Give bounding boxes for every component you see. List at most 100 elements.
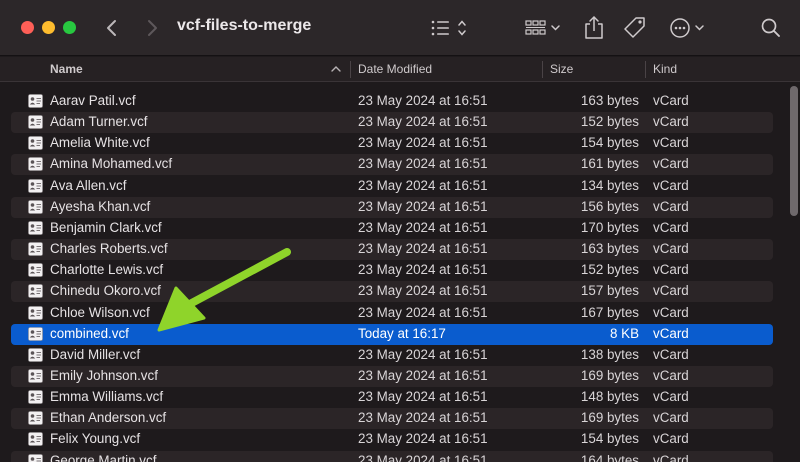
file-date-modified: 23 May 2024 at 16:51 xyxy=(358,346,488,362)
file-row[interactable]: George Martin.vcf 23 May 2024 at 16:51 164… xyxy=(11,450,773,462)
vcard-file-icon xyxy=(28,347,43,362)
vcard-file-icon xyxy=(28,432,43,447)
file-row[interactable]: Adam Turner.vcf 23 May 2024 at 16:51 152 b… xyxy=(11,112,773,134)
group-button[interactable] xyxy=(523,13,563,43)
file-kind: vCard xyxy=(653,114,689,130)
forward-button[interactable] xyxy=(140,14,164,42)
file-name: Amelia White.vcf xyxy=(50,135,150,151)
file-name: Charlotte Lewis.vcf xyxy=(50,262,164,278)
vcard-file-icon xyxy=(28,411,43,426)
vcard-file-icon xyxy=(28,326,43,341)
column-header-name[interactable]: Name xyxy=(50,62,83,76)
file-size: 164 bytes xyxy=(580,452,639,462)
file-name: Ayesha Khan.vcf xyxy=(50,198,151,214)
column-divider[interactable] xyxy=(542,61,543,78)
vertical-scrollbar[interactable] xyxy=(790,86,798,216)
file-row[interactable]: Chloe Wilson.vcf 23 May 2024 at 16:51 167 … xyxy=(11,303,773,324)
vcard-file-icon xyxy=(28,305,43,320)
vcard-file-icon xyxy=(28,263,43,277)
search-button[interactable] xyxy=(759,13,783,43)
view-options-button[interactable] xyxy=(428,13,472,43)
column-divider[interactable] xyxy=(350,61,351,78)
close-window-button[interactable] xyxy=(21,21,34,34)
file-date-modified: 23 May 2024 at 16:51 xyxy=(358,135,488,151)
file-row[interactable]: Benjamin Clark.vcf 23 May 2024 at 16:51 17… xyxy=(11,218,773,239)
minimize-window-button[interactable] xyxy=(42,21,55,34)
column-header-date-modified[interactable]: Date Modified xyxy=(358,62,432,76)
sort-ascending-icon[interactable] xyxy=(330,63,342,75)
file-name: Ava Allen.vcf xyxy=(50,177,127,193)
file-kind: vCard xyxy=(653,346,689,362)
file-name: Ethan Anderson.vcf xyxy=(50,410,167,426)
file-name: Charles Roberts.vcf xyxy=(50,241,168,257)
file-name: Chinedu Okoro.vcf xyxy=(50,283,161,299)
file-date-modified: 23 May 2024 at 16:51 xyxy=(358,452,488,462)
file-row[interactable]: Chinedu Okoro.vcf 23 May 2024 at 16:51 157… xyxy=(11,281,773,303)
file-name: Chloe Wilson.vcf xyxy=(50,304,150,320)
finder-window: vcf-files-to-merge Name Date Modified Si… xyxy=(0,0,800,462)
file-date-modified: 23 May 2024 at 16:51 xyxy=(358,198,488,214)
file-row[interactable]: Ethan Anderson.vcf 23 May 2024 at 16:51 16… xyxy=(11,408,773,430)
column-header-size[interactable]: Size xyxy=(550,62,573,76)
file-size: 169 bytes xyxy=(580,410,639,426)
file-row[interactable]: Felix Young.vcf 23 May 2024 at 16:51 154 b… xyxy=(11,429,773,450)
file-row[interactable]: Amina Mohamed.vcf 23 May 2024 at 16:51 161… xyxy=(11,154,773,176)
file-kind: vCard xyxy=(653,135,689,151)
file-size: 163 bytes xyxy=(580,241,639,257)
file-name: George Martin.vcf xyxy=(50,452,157,462)
file-row[interactable]: combined.vcf Today at 16:17 8 KB vCard xyxy=(11,323,773,345)
file-name: Felix Young.vcf xyxy=(50,431,141,447)
file-kind: vCard xyxy=(653,262,689,278)
zoom-window-button[interactable] xyxy=(63,21,76,34)
file-kind: vCard xyxy=(653,367,689,383)
file-kind: vCard xyxy=(653,283,689,299)
share-button[interactable] xyxy=(582,13,606,43)
file-row[interactable]: Charlotte Lewis.vcf 23 May 2024 at 16:51 1… xyxy=(11,260,773,281)
file-kind: vCard xyxy=(653,410,689,426)
vcard-file-icon xyxy=(28,369,43,383)
file-row[interactable]: Ayesha Khan.vcf 23 May 2024 at 16:51 156 b… xyxy=(11,196,773,218)
vcard-file-icon xyxy=(28,284,43,299)
file-date-modified: 23 May 2024 at 16:51 xyxy=(358,389,488,405)
file-row[interactable]: Charles Roberts.vcf 23 May 2024 at 16:51 1… xyxy=(11,239,773,261)
file-size: 138 bytes xyxy=(580,346,639,362)
file-row[interactable]: David Miller.vcf 23 May 2024 at 16:51 138 … xyxy=(11,345,773,366)
file-date-modified: Today at 16:17 xyxy=(358,325,446,341)
file-size: 170 bytes xyxy=(580,219,639,235)
list-view-icon xyxy=(431,20,466,36)
file-date-modified: 23 May 2024 at 16:51 xyxy=(358,219,488,235)
more-actions-button[interactable] xyxy=(668,13,710,43)
file-date-modified: 23 May 2024 at 16:51 xyxy=(358,367,488,383)
file-kind: vCard xyxy=(653,241,689,257)
chevron-left-icon xyxy=(107,20,116,36)
file-kind: vCard xyxy=(653,93,689,108)
file-date-modified: 23 May 2024 at 16:51 xyxy=(358,241,488,257)
back-button[interactable] xyxy=(100,14,124,42)
file-date-modified: 23 May 2024 at 16:51 xyxy=(358,431,488,447)
file-row[interactable]: Emily Johnson.vcf 23 May 2024 at 16:51 169… xyxy=(11,365,773,387)
file-name: Amina Mohamed.vcf xyxy=(50,156,173,172)
file-date-modified: 23 May 2024 at 16:51 xyxy=(358,177,488,193)
file-kind: vCard xyxy=(653,325,689,341)
file-name: David Miller.vcf xyxy=(50,346,141,362)
file-kind: vCard xyxy=(653,177,689,193)
file-kind: vCard xyxy=(653,156,689,172)
file-date-modified: 23 May 2024 at 16:51 xyxy=(358,262,488,278)
tag-button[interactable] xyxy=(622,13,648,43)
file-size: 169 bytes xyxy=(580,367,639,383)
file-date-modified: 23 May 2024 at 16:51 xyxy=(358,156,488,172)
file-name: Aarav Patil.vcf xyxy=(50,93,136,108)
file-row[interactable]: Ava Allen.vcf 23 May 2024 at 16:51 134 byt… xyxy=(11,176,773,197)
column-divider[interactable] xyxy=(645,61,646,78)
vcard-file-icon xyxy=(28,390,43,404)
file-row[interactable]: Emma Williams.vcf 23 May 2024 at 16:51 148… xyxy=(11,387,773,408)
file-row[interactable]: Amelia White.vcf 23 May 2024 at 16:51 154 … xyxy=(11,133,773,154)
vcard-file-icon xyxy=(28,453,43,462)
file-size: 156 bytes xyxy=(580,198,639,214)
file-row[interactable]: Aarav Patil.vcf 23 May 2024 at 16:51 163 b… xyxy=(11,91,773,112)
group-grid-icon xyxy=(525,20,560,35)
file-size: 154 bytes xyxy=(580,135,639,151)
file-kind: vCard xyxy=(653,198,689,214)
file-size: 134 bytes xyxy=(580,177,639,193)
column-header-kind[interactable]: Kind xyxy=(653,62,677,76)
